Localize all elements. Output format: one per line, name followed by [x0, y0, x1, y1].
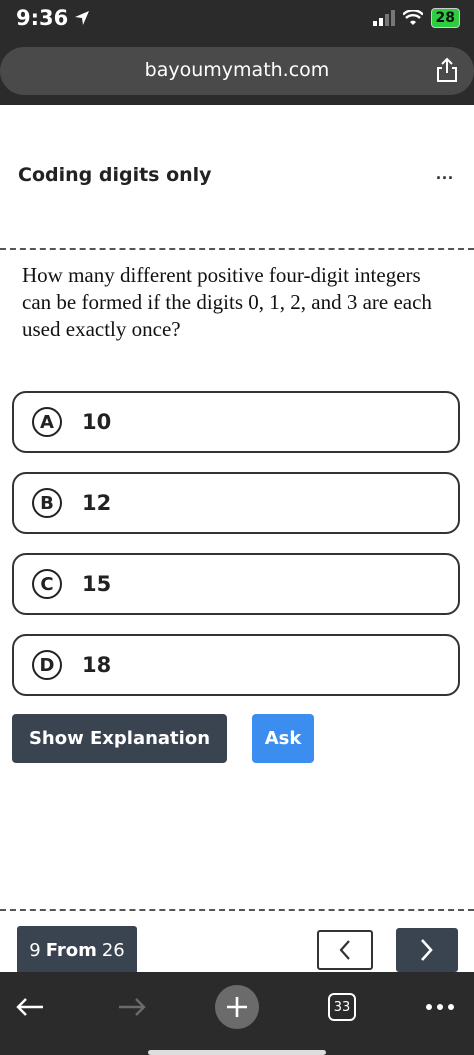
divider — [0, 248, 474, 250]
chevron-right-icon — [421, 939, 433, 961]
menu-button[interactable] — [422, 985, 458, 1029]
battery-indicator: 28 — [430, 8, 460, 28]
wifi-icon — [402, 10, 423, 25]
more-dots-icon — [426, 1004, 454, 1010]
option-letter-b: B — [32, 488, 62, 518]
option-letter-d: D — [32, 650, 62, 680]
option-letter-a: A — [32, 407, 62, 437]
show-explanation-button[interactable]: Show Explanation — [12, 714, 227, 763]
total-questions: 26 — [101, 939, 125, 961]
current-question: 9 — [29, 939, 41, 961]
browser-bottom-bar: 33 — [0, 972, 474, 1055]
option-value-c: 15 — [82, 572, 112, 596]
option-a[interactable]: A 10 — [12, 391, 460, 453]
tabs-count: 33 — [328, 993, 356, 1021]
page-title: Coding digits only — [18, 164, 212, 186]
divider-bottom — [0, 909, 474, 911]
signal-icon — [372, 10, 395, 26]
browser-top-bar: 9:36 28 bayoumymath.com — [0, 0, 474, 105]
option-value-b: 12 — [82, 491, 112, 515]
status-time: 9:36 — [16, 6, 90, 30]
status-time-text: 9:36 — [16, 6, 69, 30]
url-bar[interactable]: bayoumymath.com — [0, 47, 474, 95]
more-options-icon[interactable]: ... — [436, 163, 454, 184]
question-counter: 9 From 26 — [17, 926, 137, 974]
option-d[interactable]: D 18 — [12, 634, 460, 696]
share-icon[interactable] — [436, 57, 458, 83]
option-letter-c: C — [32, 569, 62, 599]
option-b[interactable]: B 12 — [12, 472, 460, 534]
back-button[interactable] — [10, 985, 50, 1029]
url-text: bayoumymath.com — [144, 59, 330, 81]
arrow-left-icon — [16, 998, 43, 1016]
previous-question-button[interactable] — [317, 930, 373, 970]
option-value-d: 18 — [82, 653, 112, 677]
tabs-button[interactable]: 33 — [328, 985, 356, 1029]
plus-icon — [227, 997, 247, 1017]
next-question-button[interactable] — [396, 928, 458, 972]
chevron-left-icon — [339, 940, 350, 960]
home-indicator — [148, 1050, 326, 1055]
forward-button[interactable] — [112, 985, 152, 1029]
new-tab-button[interactable] — [215, 985, 259, 1029]
status-indicators: 28 — [372, 8, 460, 28]
option-c[interactable]: C 15 — [12, 553, 460, 615]
location-arrow-icon — [75, 11, 90, 25]
arrow-right-icon — [119, 998, 146, 1016]
option-value-a: 10 — [82, 410, 112, 434]
from-label: From — [45, 939, 97, 961]
ask-button[interactable]: Ask — [252, 714, 314, 763]
question-text: How many different positive four-digit i… — [22, 263, 432, 341]
